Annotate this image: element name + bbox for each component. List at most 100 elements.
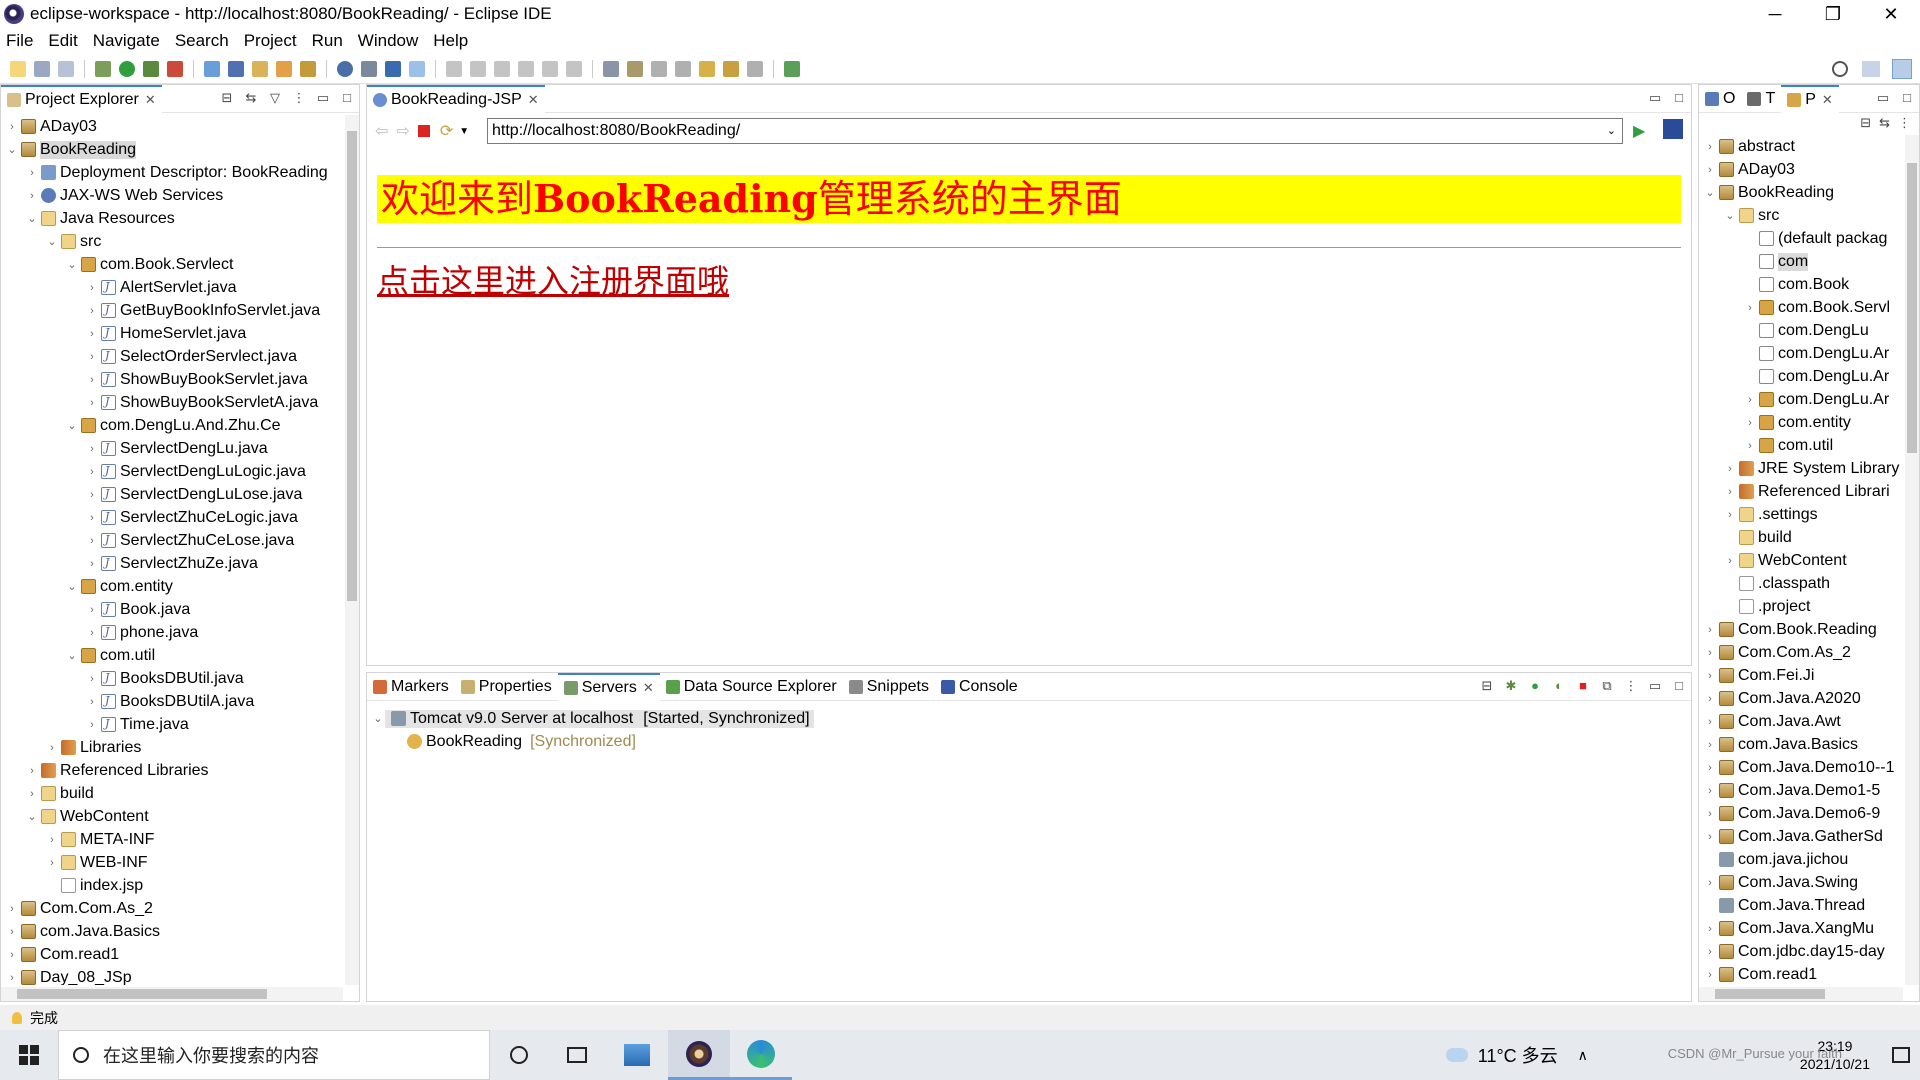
resume-icon[interactable] (446, 60, 462, 77)
debug-icon[interactable] (95, 60, 111, 77)
tab-data-source-explorer[interactable]: Data Source Explorer (660, 673, 843, 701)
tree-item[interactable]: › Com.read1 (1699, 963, 1903, 985)
chevron-right-icon[interactable]: › (1743, 417, 1757, 429)
new-icon[interactable] (10, 60, 26, 77)
notification-icon[interactable] (1892, 1047, 1910, 1063)
minimize-icon[interactable]: ▭ (1875, 91, 1891, 105)
tree-item[interactable]: › ServlectZhuCeLose.java (1, 529, 343, 552)
tree-item[interactable]: › Com.Java.Awt (1699, 710, 1903, 733)
link-editor-icon[interactable]: ⇆ (243, 91, 259, 105)
menu-run[interactable]: Run (312, 31, 343, 51)
chevron-right-icon[interactable]: › (5, 972, 19, 984)
restore-button[interactable]: ❐ (1804, 0, 1862, 28)
tab-markers[interactable]: Markers (367, 673, 455, 701)
tree-item[interactable]: › Com.read1 (1, 943, 343, 966)
tree-item[interactable]: › HomeServlet.java (1, 322, 343, 345)
task-view-button[interactable] (548, 1047, 606, 1063)
taskbar-app-eclipse[interactable] (668, 1030, 730, 1080)
search-tool-icon[interactable] (361, 60, 377, 77)
tree-item[interactable]: › JAX-WS Web Services (1, 184, 343, 207)
go-icon[interactable]: ▶ (1633, 121, 1645, 141)
tree-item[interactable]: › Referenced Librari (1699, 480, 1903, 503)
new-package-icon[interactable] (252, 60, 268, 77)
chevron-up-icon[interactable]: ∧ (1578, 1047, 1588, 1064)
open-type-icon[interactable] (276, 60, 292, 77)
chevron-right-icon[interactable]: › (85, 489, 99, 501)
tree-horizontal-scrollbar[interactable] (1, 987, 343, 1001)
chevron-right-icon[interactable]: › (5, 949, 19, 961)
chevron-right-icon[interactable]: › (45, 857, 59, 869)
url-field[interactable]: http://localhost:8080/BookReading/ ⌄ (487, 118, 1623, 144)
save-icon[interactable] (34, 60, 50, 77)
close-icon[interactable]: ✕ (1822, 92, 1833, 108)
save-all-icon[interactable] (58, 60, 74, 77)
search-icon[interactable] (1832, 61, 1848, 77)
tab-snippets[interactable]: Snippets (843, 673, 935, 701)
chevron-right-icon[interactable]: › (85, 328, 99, 340)
chevron-right-icon[interactable]: › (85, 351, 99, 363)
close-icon[interactable]: ✕ (528, 92, 539, 108)
tree-item[interactable]: › BooksDBUtil.java (1, 667, 343, 690)
tree-item[interactable]: › abstract (1699, 135, 1903, 158)
chevron-right-icon[interactable]: › (85, 558, 99, 570)
package-vertical-scrollbar[interactable] (1905, 135, 1919, 985)
chevron-right-icon[interactable]: › (1703, 808, 1717, 820)
chevron-right-icon[interactable]: › (85, 466, 99, 478)
tree-item[interactable]: › com.util (1699, 434, 1903, 457)
chevron-right-icon[interactable]: › (85, 627, 99, 639)
tab-task-list[interactable]: T (1741, 85, 1781, 113)
chevron-right-icon[interactable]: › (1703, 969, 1717, 981)
tree-item[interactable]: ⌄ src (1699, 204, 1903, 227)
chevron-right-icon[interactable]: › (1703, 141, 1717, 153)
chevron-right-icon[interactable]: › (85, 512, 99, 524)
start-server-icon[interactable]: ● (1527, 679, 1543, 693)
taskbar-app-edge[interactable] (730, 1030, 792, 1080)
forward-arrow-icon[interactable]: ⇨ (396, 121, 409, 141)
maximize-icon[interactable]: □ (1671, 91, 1687, 105)
tree-item[interactable]: ⌄ com.DengLu.And.Zhu.Ce (1, 414, 343, 437)
tree-item[interactable]: ⌄ src (1, 230, 343, 253)
web-browser-icon[interactable] (337, 60, 353, 77)
url-dropdown-icon[interactable]: ⌄ (1607, 124, 1616, 137)
taskbar-search-box[interactable]: 在这里输入你要搜索的内容 (58, 1030, 490, 1080)
step-into-icon[interactable] (542, 60, 558, 77)
cortana-button[interactable] (490, 1046, 548, 1064)
tree-item[interactable]: › Com.Java.Demo6-9 (1699, 802, 1903, 825)
chevron-right-icon[interactable]: › (5, 903, 19, 915)
step-over-icon[interactable] (566, 60, 582, 77)
tree-item[interactable]: › ShowBuyBookServletA.java (1, 391, 343, 414)
tree-item[interactable]: › Book.java (1, 598, 343, 621)
show-whitespace-icon[interactable] (627, 60, 643, 77)
tree-item[interactable]: › Deployment Descriptor: BookReading (1, 161, 343, 184)
chevron-right-icon[interactable]: › (45, 742, 59, 754)
tree-item[interactable]: › Time.java (1, 713, 343, 736)
word-wrap-icon[interactable] (603, 60, 619, 77)
tree-item[interactable]: com.DengLu.Ar (1699, 365, 1903, 388)
chevron-right-icon[interactable]: › (85, 397, 99, 409)
tree-item[interactable]: › WEB-INF (1, 851, 343, 874)
chevron-right-icon[interactable]: › (25, 765, 39, 777)
tree-item[interactable]: › phone.java (1, 621, 343, 644)
tree-item[interactable]: › Com.Java.A2020 (1699, 687, 1903, 710)
tree-item[interactable]: › Com.Java.Demo10--1 (1699, 756, 1903, 779)
chevron-right-icon[interactable]: › (1703, 762, 1717, 774)
maximize-icon[interactable]: □ (339, 91, 355, 105)
tree-item[interactable]: com.DengLu.Ar (1699, 342, 1903, 365)
chevron-right-icon[interactable]: › (1703, 164, 1717, 176)
back-arrow-icon[interactable]: ⇦ (375, 121, 388, 141)
tree-item[interactable]: › ServlectZhuZe.java (1, 552, 343, 575)
new-java-project-icon[interactable] (228, 60, 244, 77)
tree-item[interactable]: › SelectOrderServlect.java (1, 345, 343, 368)
collapse-all-icon[interactable]: ⊟ (1860, 115, 1871, 133)
chevron-right-icon[interactable]: › (5, 121, 19, 133)
chevron-down-icon[interactable]: ⌄ (25, 810, 39, 823)
chevron-right-icon[interactable]: › (1743, 394, 1757, 406)
chevron-right-icon[interactable]: › (1723, 463, 1737, 475)
tree-item[interactable]: (default packag (1699, 227, 1903, 250)
module-row[interactable]: BookReading [Synchronized] (371, 730, 1691, 753)
stop-server-icon[interactable]: ■ (1575, 679, 1591, 693)
suspend-icon[interactable] (470, 60, 486, 77)
chevron-right-icon[interactable]: › (1703, 716, 1717, 728)
tree-item[interactable]: › ServlectDengLuLogic.java (1, 460, 343, 483)
chevron-right-icon[interactable]: › (85, 282, 99, 294)
